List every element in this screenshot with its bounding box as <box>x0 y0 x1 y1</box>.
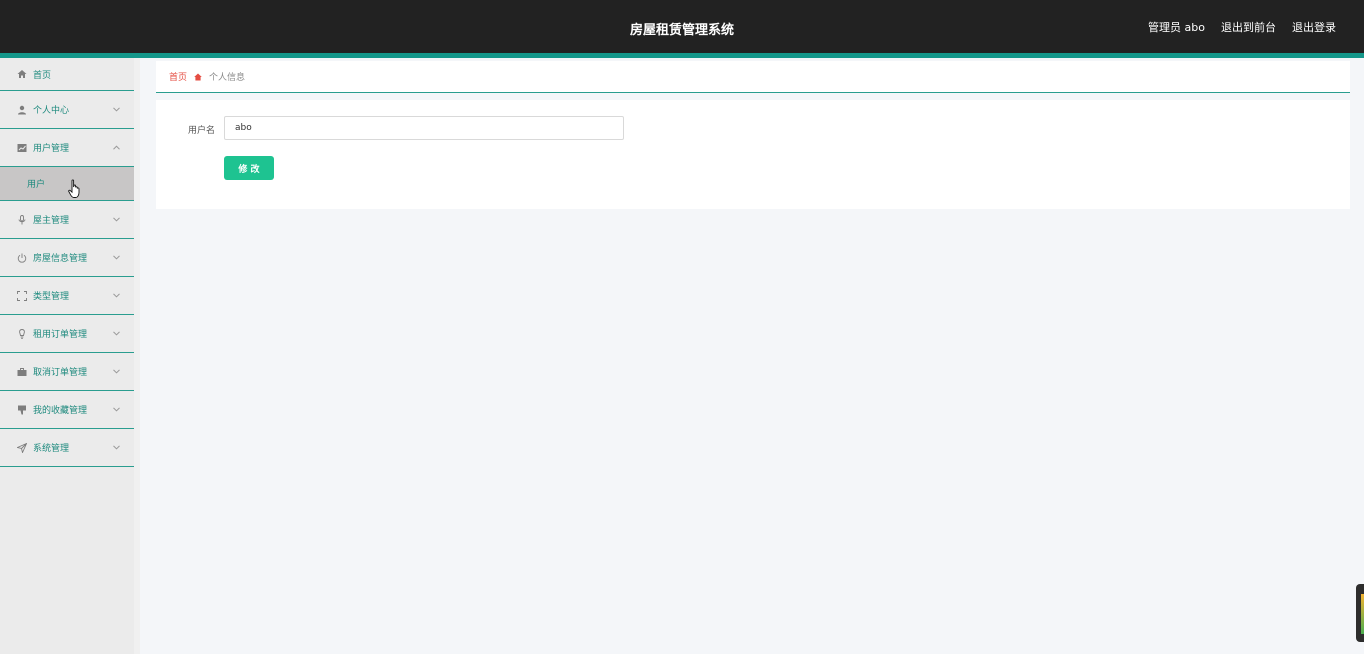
sidebar-item-home[interactable]: 首页 <box>0 58 134 91</box>
breadcrumb-current: 个人信息 <box>209 73 246 83</box>
home-icon <box>16 69 27 80</box>
hand-cursor-icon <box>68 179 82 202</box>
sidebar-item-owner-management[interactable]: 屋主管理 <box>0 201 134 239</box>
sidebar-item-label: 我的收藏管理 <box>33 406 88 416</box>
power-icon <box>16 252 27 263</box>
header-links: 管理员 abo 退出到前台 退出登录 <box>1148 19 1336 35</box>
sidebar-item-label: 系统管理 <box>33 444 70 454</box>
logout-link[interactable]: 退出登录 <box>1292 19 1336 35</box>
bulb-icon <box>16 328 27 339</box>
sidebar-item-label: 个人中心 <box>33 106 70 116</box>
username-label: 用户名 <box>188 126 216 136</box>
admin-user-label[interactable]: 管理员 abo <box>1148 19 1205 35</box>
briefcase-icon <box>16 366 27 377</box>
home-separator-icon <box>194 73 202 81</box>
sidebar-item-label: 租用订单管理 <box>33 330 88 340</box>
chevron-down-icon <box>113 105 120 114</box>
sidebar-item-system-management[interactable]: 系统管理 <box>0 429 134 467</box>
sidebar-item-label: 用户管理 <box>33 144 70 154</box>
user-icon <box>16 104 27 115</box>
modify-button[interactable]: 修 改 <box>224 156 274 180</box>
floating-side-widget[interactable] <box>1356 584 1364 642</box>
chevron-down-icon <box>113 291 120 300</box>
breadcrumb: 首页 个人信息 <box>156 61 1350 93</box>
chevron-down-icon <box>113 329 120 338</box>
sidebar-item-favorites-management[interactable]: 我的收藏管理 <box>0 391 134 429</box>
header-accent-bar <box>0 53 1364 58</box>
sidebar-subitem-label: 用户 <box>27 180 46 190</box>
exit-to-front-link[interactable]: 退出到前台 <box>1221 19 1276 35</box>
sidebar-item-type-management[interactable]: 类型管理 <box>0 277 134 315</box>
chevron-down-icon <box>113 253 120 262</box>
sidebar-item-label: 取消订单管理 <box>33 368 88 378</box>
sidebar-item-personal-center[interactable]: 个人中心 <box>0 91 134 129</box>
sidebar-item-rental-order-management[interactable]: 租用订单管理 <box>0 315 134 353</box>
profile-form: 用户名 修 改 <box>156 100 1350 209</box>
expand-icon <box>16 290 27 301</box>
sidebar-item-user-management[interactable]: 用户管理 <box>0 129 134 167</box>
sidebar-divider <box>134 58 140 654</box>
thumbs-down-icon <box>16 404 27 415</box>
send-icon <box>16 442 27 453</box>
breadcrumb-home-link[interactable]: 首页 <box>169 70 187 83</box>
sidebar: 首页 个人中心 用户管理 用户 屋主管理 房屋信息管理 类型管理 租用订单管理 … <box>0 58 134 654</box>
username-input[interactable] <box>224 116 624 140</box>
sidebar-item-label: 房屋信息管理 <box>33 254 88 264</box>
microphone-icon <box>16 214 27 225</box>
sidebar-item-label: 首页 <box>33 70 52 81</box>
sidebar-item-house-info-management[interactable]: 房屋信息管理 <box>0 239 134 277</box>
chevron-up-icon <box>113 143 120 152</box>
chart-icon <box>16 142 27 153</box>
sidebar-subitem-users[interactable]: 用户 <box>0 167 134 201</box>
sidebar-item-label: 类型管理 <box>33 292 70 302</box>
chevron-down-icon <box>113 367 120 376</box>
sidebar-item-cancel-order-management[interactable]: 取消订单管理 <box>0 353 134 391</box>
top-header: 房屋租赁管理系统 管理员 abo 退出到前台 退出登录 <box>0 0 1364 53</box>
sidebar-item-label: 屋主管理 <box>33 216 70 226</box>
chevron-down-icon <box>113 443 120 452</box>
chevron-down-icon <box>113 215 120 224</box>
chevron-down-icon <box>113 405 120 414</box>
